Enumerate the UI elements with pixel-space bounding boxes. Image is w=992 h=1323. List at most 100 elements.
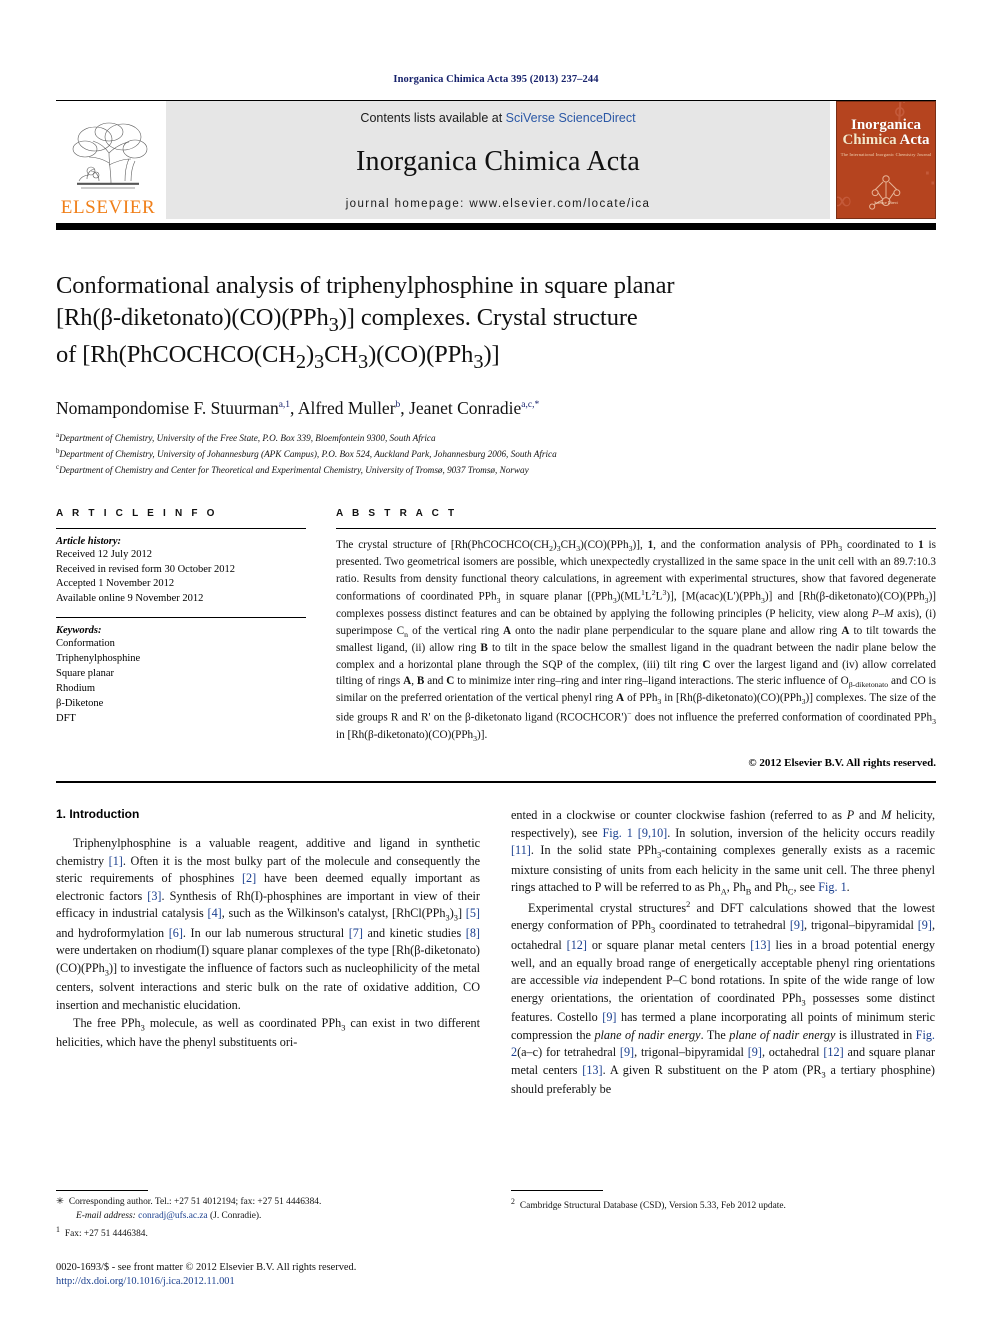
citation-ref[interactable]: [13] [582,1063,602,1077]
issn-front-matter: 0020-1693/$ - see front matter © 2012 El… [56,1262,357,1274]
citation-ref[interactable]: [9] [602,1010,616,1024]
abstract-copyright: © 2012 Elsevier B.V. All rights reserved… [748,757,936,770]
section-title-introduction: 1. Introduction [56,807,140,822]
elsevier-logo: ELSEVIER [56,101,160,219]
footnote-fax: 1 Fax: +27 51 4446384. [56,1224,480,1242]
footnote-email: E-mail address: conradj@ufs.ac.za (J. Co… [56,1210,480,1224]
article-info-heading: A R T I C L E I N F O [56,507,218,519]
affiliation-item: aDepartment of Chemistry, University of … [56,430,936,446]
contents-prefix: Contents lists available at [360,111,506,125]
citation-ref[interactable]: [9] [790,918,804,932]
elsevier-wordmark: ELSEVIER [60,197,156,218]
citation-ref[interactable]: [12] [567,938,587,952]
title-sub-3: 3 [314,351,325,374]
contents-available-line: Contents lists available at SciVerse Sci… [360,111,635,125]
footnote-column-left: ✳ Corresponding author. Tel.: +27 51 4012… [56,1190,480,1287]
figure-ref[interactable]: Fig. 2 [511,1028,935,1060]
keyword-item: Rhodium [56,682,96,694]
citation-ref[interactable]: [9] [620,1045,634,1059]
citation-ref[interactable]: [6] [169,926,183,940]
author-list: Nomampondomise F. Stuurmana,1, Alfred Mu… [56,398,540,419]
citation-ref[interactable]: [9] [918,918,932,932]
citation-ref[interactable]: [4] [208,906,222,920]
keywords-block: Keywords: Conformation Triphenylphosphin… [56,618,306,726]
citation-ref[interactable]: [7] [349,926,363,940]
email-owner: (J. Conradie). [210,1211,262,1222]
journal-title: Inorganica Chimica Acta [356,145,640,177]
citation-ref[interactable]: [11] [511,843,531,857]
citation-ref[interactable]: [8] [466,926,480,940]
title-line-2-post: )] complexes. Crystal structure [338,304,638,332]
citation-ref[interactable]: [3] [147,889,161,903]
author-1: Nomampondomise F. Stuurman [56,398,279,419]
issn-block: 0020-1693/$ - see front matter © 2012 El… [56,1261,480,1287]
sciencedirect-link[interactable]: SciVerse ScienceDirect [506,111,636,125]
cover-content: Inorganica Chimica Acta The Internationa… [837,102,935,218]
keyword-item: Conformation [56,638,115,650]
doi-link[interactable]: http://dx.doi.org/10.1016/j.ica.2012.11.… [56,1276,480,1287]
history-item: Received 12 July 2012 [56,548,152,560]
corresponding-author-text: Corresponding author. Tel.: +27 51 40121… [68,1197,322,1208]
citation-ref[interactable]: [5] [466,906,480,920]
journal-band: Contents lists available at SciVerse Sci… [166,101,830,219]
affiliation-text: Department of Chemistry, University of t… [59,433,436,444]
citation-ref[interactable]: [2] [242,871,256,885]
citation-ref[interactable]: [12] [823,1045,843,1059]
body-column-left: 1. Introduction Triphenylphosphine is a … [56,807,480,1099]
history-item: Received in revised form 30 October 2012 [56,563,236,575]
footnote-rule-left [56,1190,148,1192]
intro-paragraph-3: Experimental crystal structures2 and DFT… [511,899,936,1097]
affiliation-list: aDepartment of Chemistry, University of … [56,430,936,478]
citation-ref[interactable]: [1] [109,854,123,868]
title-line-3-a: of [Rh(PhCOCHCO(CH [56,341,296,369]
journal-homepage[interactable]: journal homepage: www.elsevier.com/locat… [346,198,651,210]
figure-ref[interactable]: Fig. 1 [818,880,846,894]
article-page: Inorganica Chimica Acta 395 (2013) 237–2… [0,0,992,1323]
body-columns: 1. Introduction Triphenylphosphine is a … [56,807,936,1099]
footnote-region: ✳ Corresponding author. Tel.: +27 51 4012… [56,1190,936,1287]
author-2-affil-marker[interactable]: b [396,400,401,410]
keyword-item: Square planar [56,668,115,680]
email-label: E-mail address: [76,1211,136,1222]
author-1-affil-marker[interactable]: a,1 [279,400,290,410]
title-line-3-e: )] [483,341,500,369]
title-sub-2: 2 [295,351,306,374]
citation-ref[interactable]: [13] [750,938,770,952]
elsevier-tree-icon [72,122,148,189]
author-3-affil-marker[interactable]: a,c,* [521,400,539,410]
cover-title-line1: Inorganica [850,117,921,133]
affiliation-text: Department of Chemistry, University of J… [59,448,557,459]
cover-footer-text: Science Direct [874,200,898,205]
csd-text: Cambridge Structural Database (CSD), Ver… [519,1201,786,1212]
journal-masthead: ELSEVIER Contents lists available at Sci… [56,100,936,219]
abstract-column: A B S T R A C T The crystal structure of… [336,508,936,769]
author-3: Jeanet Conradie [409,398,522,419]
keyword-item: Triphenylphosphine [56,653,141,665]
title-line-3-b: ) [305,341,314,369]
email-link[interactable]: conradj@ufs.ac.za [138,1211,208,1221]
article-history-title: Article history: [56,535,122,547]
keywords-title: Keywords: [56,625,102,637]
keyword-item: DFT [56,712,76,724]
citation-ref[interactable]: [9,10] [638,826,667,840]
title-sub-1: 3 [328,314,339,337]
cover-molecule-icon [869,174,901,210]
footnote-corresponding-author: ✳ Corresponding author. Tel.: +27 51 4012… [56,1196,480,1210]
affiliation-text: Department of Chemistry and Center for T… [59,464,529,475]
citation-ref[interactable]: [9] [748,1045,762,1059]
title-line-1: Conformational analysis of triphenylphos… [56,272,675,299]
cover-subtitle: The International Inorganic Chemistry Jo… [840,151,932,157]
footnote-csd: 2 Cambridge Structural Database (CSD), Ve… [511,1196,935,1214]
abstract-bottom-rule [56,781,936,784]
running-head: Inorganica Chimica Acta 395 (2013) 237–2… [393,74,599,85]
history-item: Accepted 1 November 2012 [56,578,175,590]
title-sub-5: 3 [473,351,484,374]
journal-cover-thumbnail: ∮ ∞ ∵ Inorganica Chimica Acta The Intern… [836,101,936,219]
author-2: Alfred Muller [297,398,396,419]
abstract-text: The crystal structure of [Rh(PhCOCHCO(CH… [336,538,937,744]
figure-ref[interactable]: Fig. 1 [602,826,632,840]
keyword-item: β-Diketone [56,697,104,709]
body-column-right: ented in a clockwise or counter clockwis… [511,807,935,1099]
title-line-3-c: CH [324,341,358,369]
history-item: Available online 9 November 2012 [56,593,204,605]
